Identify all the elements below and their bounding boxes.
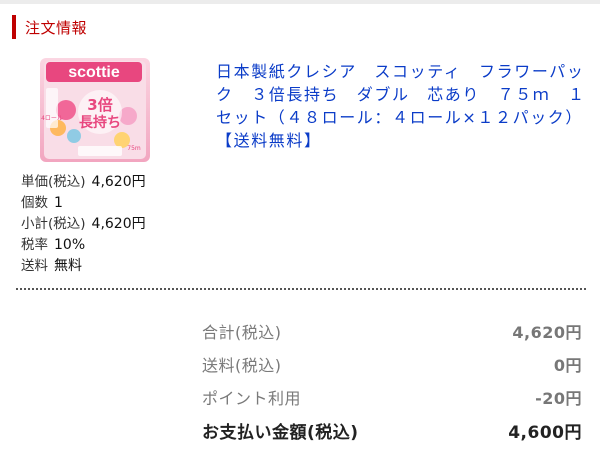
detail-row: 小計(税込) 4,620円 bbox=[21, 214, 146, 235]
item-details: 単価(税込) 4,620円 個数 1 小計(税込) 4,620円 税率 10% 送料 無料 bbox=[21, 172, 146, 277]
section-header: 注文情報 bbox=[12, 12, 87, 42]
detail-row: 単価(税込) 4,620円 bbox=[21, 172, 146, 193]
summary-label: ポイント利用 bbox=[202, 389, 302, 408]
badge-main: 3倍 bbox=[87, 96, 112, 114]
detail-value: 10% bbox=[54, 237, 86, 253]
detail-value: 4,620円 bbox=[91, 216, 146, 232]
order-summary: 合計(税込) 4,620円送料(税込) 0円ポイント利用 -20円お支払い金額(税込)… bbox=[202, 316, 582, 448]
summary-amount: 0円 bbox=[553, 356, 582, 375]
summary-row: 合計(税込) 4,620円 bbox=[202, 316, 582, 346]
detail-value: 無料 bbox=[54, 258, 82, 274]
summary-amount: -20円 bbox=[535, 389, 582, 408]
top-divider bbox=[0, 0, 600, 4]
detail-row: 税率 10% bbox=[21, 235, 146, 256]
detail-label: 送料 bbox=[21, 258, 48, 274]
detail-label: 小計(税込) bbox=[21, 216, 86, 232]
summary-amount: 4,620円 bbox=[512, 323, 582, 342]
detail-row: 個数 1 bbox=[21, 193, 146, 214]
summary-label: 合計(税込) bbox=[202, 323, 282, 342]
section-accent-bar bbox=[12, 15, 16, 39]
product-name-line[interactable]: ク ３倍長持ち ダブル 芯あり ７５ｍ １ bbox=[216, 83, 588, 106]
product-name-line[interactable]: セット（４８ロール：４ロール×１２パック） bbox=[216, 106, 588, 129]
detail-row: 送料 無料 bbox=[21, 256, 146, 277]
detail-value: 1 bbox=[54, 195, 63, 211]
summary-label: 送料(税込) bbox=[202, 356, 282, 375]
detail-label: 税率 bbox=[21, 237, 48, 253]
detail-label: 個数 bbox=[21, 195, 48, 211]
detail-value: 4,620円 bbox=[91, 174, 146, 190]
section-title: 注文情報 bbox=[25, 18, 88, 37]
product-name-line[interactable]: 【送料無料】 bbox=[216, 129, 588, 152]
payment-total-amount: 4,600円 bbox=[508, 422, 582, 443]
summary-row: 送料(税込) 0円 bbox=[202, 349, 582, 379]
product-name-line[interactable]: 日本製紙クレシア スコッティ フラワーパッ bbox=[216, 60, 588, 83]
detail-label: 単価(税込) bbox=[21, 174, 86, 190]
payment-total-label: お支払い金額(税込) bbox=[202, 422, 359, 443]
payment-total-row: お支払い金額(税込) 4,600円 bbox=[202, 415, 582, 445]
summary-row: ポイント利用 -20円 bbox=[202, 382, 582, 412]
brand-logo: scottie bbox=[68, 64, 120, 81]
bottom-text: 75m bbox=[127, 145, 141, 152]
dotted-divider bbox=[16, 288, 586, 290]
side-text: 4ロール bbox=[41, 115, 63, 122]
badge-sub: 長持ち bbox=[79, 114, 121, 131]
product-image[interactable]: scottie 3倍 長持ち 4ロール 75m bbox=[38, 58, 152, 162]
product-name-link[interactable]: 日本製紙クレシア スコッティ フラワーパック ３倍長持ち ダブル 芯あり ７５ｍ… bbox=[216, 60, 588, 152]
